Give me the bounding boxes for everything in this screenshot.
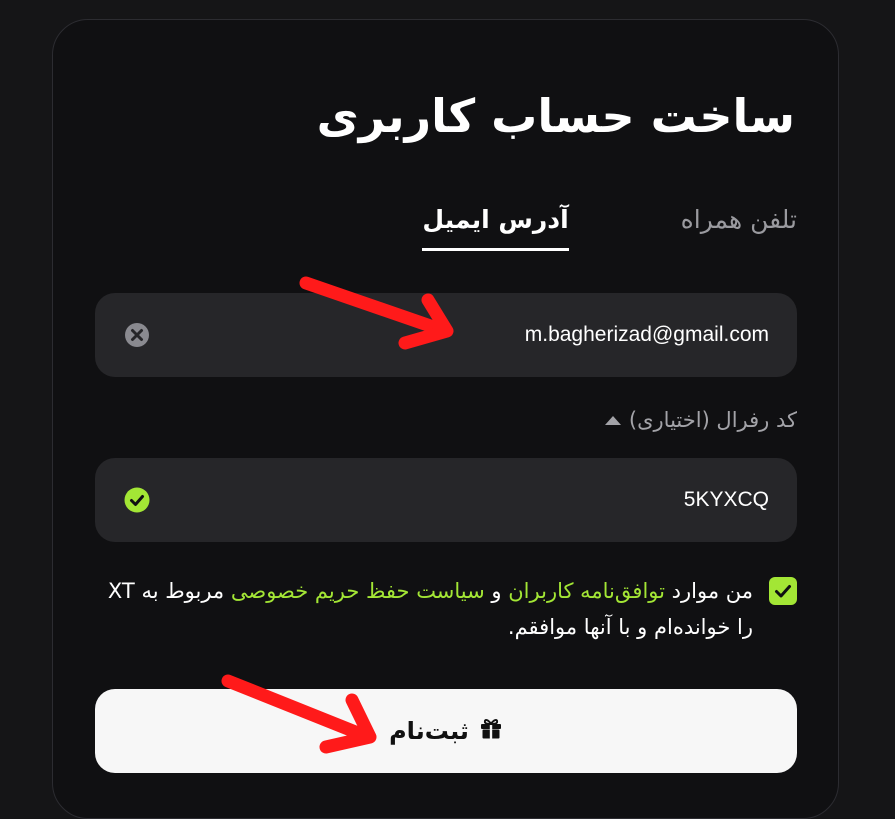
referral-label: کد رفرال (اختیاری) [628, 408, 797, 432]
tab-phone[interactable]: تلفن همراه [681, 200, 797, 251]
referral-field-container [95, 458, 797, 542]
check-circle-icon [124, 487, 150, 513]
signup-method-tabs: آدرس ایمیل تلفن همراه [422, 200, 797, 251]
referral-code-input[interactable] [209, 458, 769, 542]
gift-icon [479, 716, 503, 746]
email-field-container [95, 293, 797, 377]
tab-email[interactable]: آدرس ایمیل [422, 200, 569, 251]
page-title: ساخت حساب کاربری [316, 89, 795, 143]
triangle-up-icon [604, 415, 621, 425]
agreement-text: من موارد توافق‌نامه کاربران و سیاست حفظ … [100, 573, 753, 645]
agreement-row: من موارد توافق‌نامه کاربران و سیاست حفظ … [100, 573, 797, 645]
referral-toggle[interactable]: کد رفرال (اختیاری) [604, 408, 797, 432]
email-input[interactable] [209, 293, 769, 377]
terms-link[interactable]: توافق‌نامه کاربران [508, 579, 665, 603]
close-circle-icon[interactable] [124, 322, 150, 348]
agreement-checkbox[interactable] [769, 577, 797, 605]
signup-button[interactable]: ثبت‌نام [95, 689, 797, 773]
privacy-link[interactable]: سیاست حفظ حریم خصوصی [231, 579, 485, 603]
checkmark-icon [775, 585, 791, 598]
agreement-prefix: من موارد [664, 579, 753, 603]
signup-button-label: ثبت‌نام [389, 717, 469, 745]
agreement-and: و [484, 579, 509, 603]
